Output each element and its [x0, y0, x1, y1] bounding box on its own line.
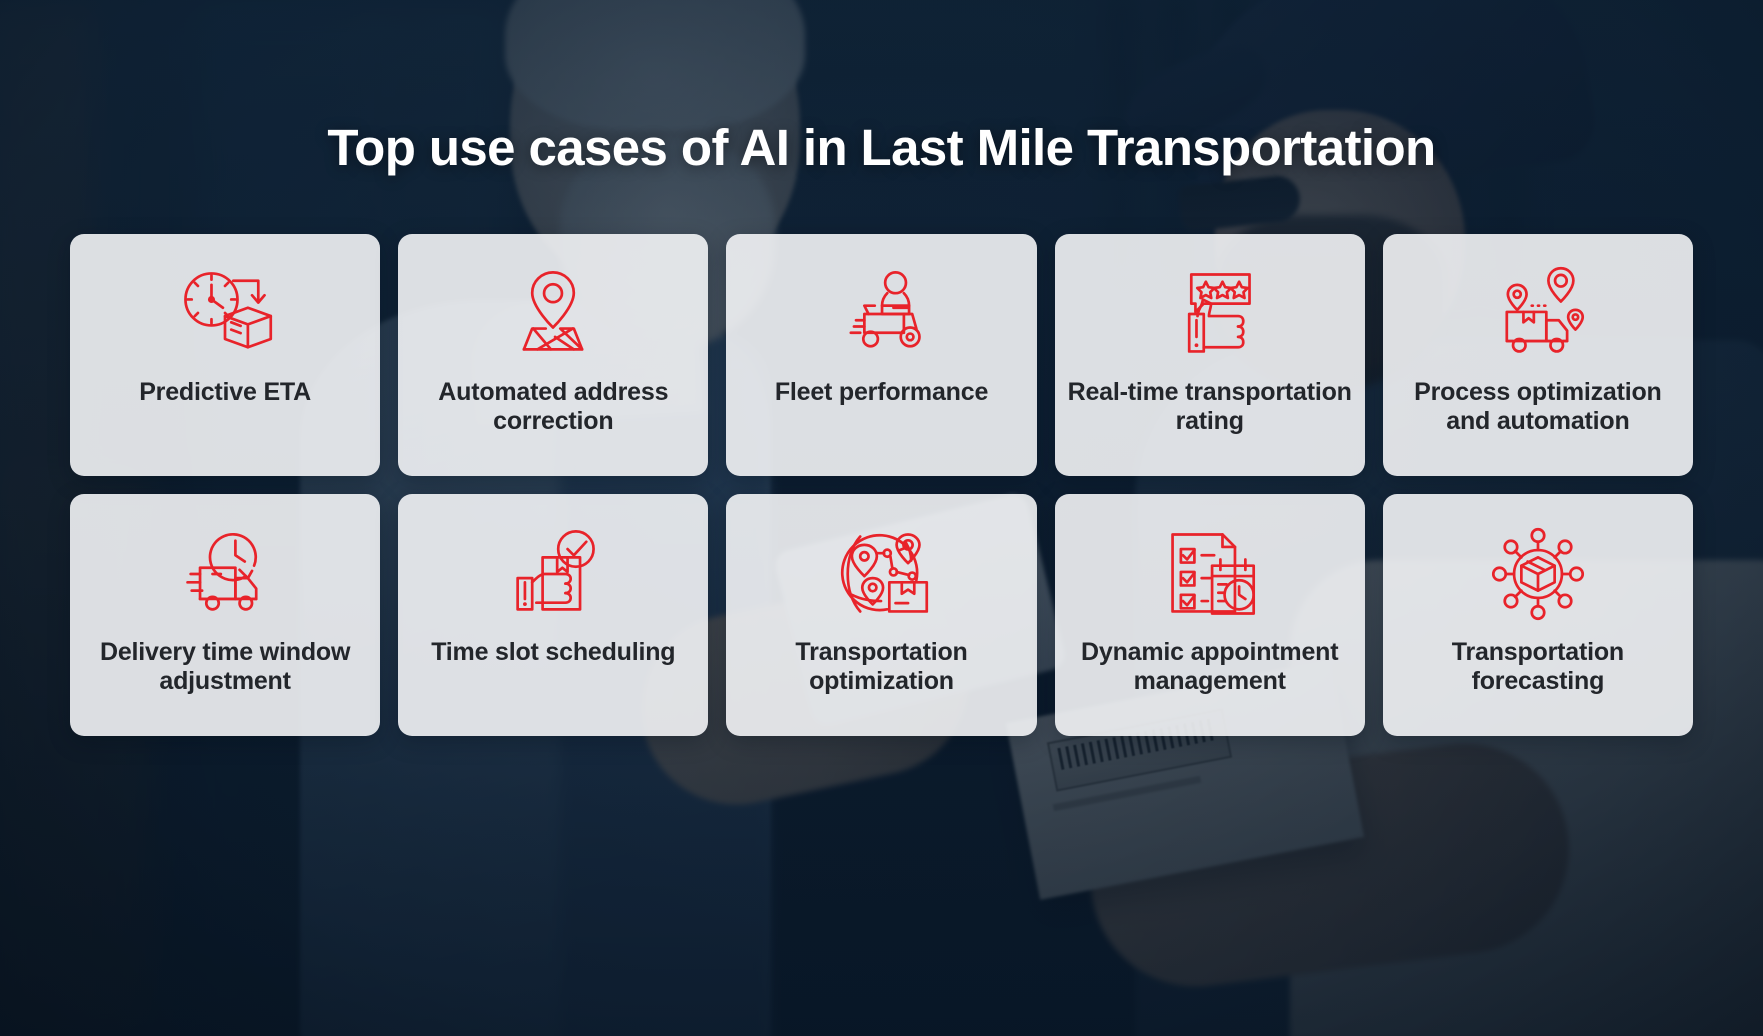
- infographic-stage: Top use cases of AI in Last Mile Transpo…: [0, 0, 1763, 1036]
- use-case-label: Transportation optimization: [795, 638, 968, 695]
- use-case-label: Real-time transportation rating: [1067, 378, 1352, 435]
- use-case-card[interactable]: Transportation optimization: [726, 494, 1037, 736]
- use-case-card[interactable]: Predictive ETA: [70, 234, 381, 476]
- map-pin-folded-map-icon: [501, 262, 605, 366]
- use-case-label: Time slot scheduling: [431, 638, 676, 666]
- use-case-card[interactable]: Process optimization and automation: [1382, 234, 1693, 476]
- hand-package-check-icon: [501, 522, 605, 626]
- use-case-card[interactable]: Dynamic appointment management: [1054, 494, 1365, 736]
- use-case-card[interactable]: Delivery time window adjustment: [70, 494, 381, 736]
- delivery-truck-route-pins-icon: [1486, 262, 1590, 366]
- use-case-label: Predictive ETA: [139, 378, 311, 406]
- use-case-card[interactable]: Transportation forecasting: [1382, 494, 1693, 736]
- package-network-nodes-icon: [1486, 522, 1590, 626]
- use-case-grid: Predictive ETA Automated address correct…: [70, 234, 1693, 736]
- thumbs-up-stars-rating-icon: [1158, 262, 1262, 366]
- use-case-label: Dynamic appointment management: [1081, 638, 1339, 695]
- use-case-label: Automated address correction: [438, 378, 669, 435]
- use-case-label: Transportation forecasting: [1451, 638, 1624, 695]
- clock-arrow-package-icon: [173, 262, 277, 366]
- use-case-card[interactable]: Time slot scheduling: [398, 494, 709, 736]
- infographic-content: Top use cases of AI in Last Mile Transpo…: [0, 0, 1763, 1036]
- checklist-calendar-clock-icon: [1158, 522, 1262, 626]
- use-case-label: Process optimization and automation: [1414, 378, 1662, 435]
- use-case-card[interactable]: Fleet performance: [726, 234, 1037, 476]
- use-case-label: Fleet performance: [774, 378, 989, 406]
- use-case-card[interactable]: Real-time transportation rating: [1054, 234, 1365, 476]
- page-title: Top use cases of AI in Last Mile Transpo…: [327, 119, 1436, 176]
- scooter-courier-icon: [829, 262, 933, 366]
- truck-clock-icon: [173, 522, 277, 626]
- use-case-label: Delivery time window adjustment: [99, 638, 351, 695]
- use-case-card[interactable]: Automated address correction: [398, 234, 709, 476]
- globe-network-package-icon: [829, 522, 933, 626]
